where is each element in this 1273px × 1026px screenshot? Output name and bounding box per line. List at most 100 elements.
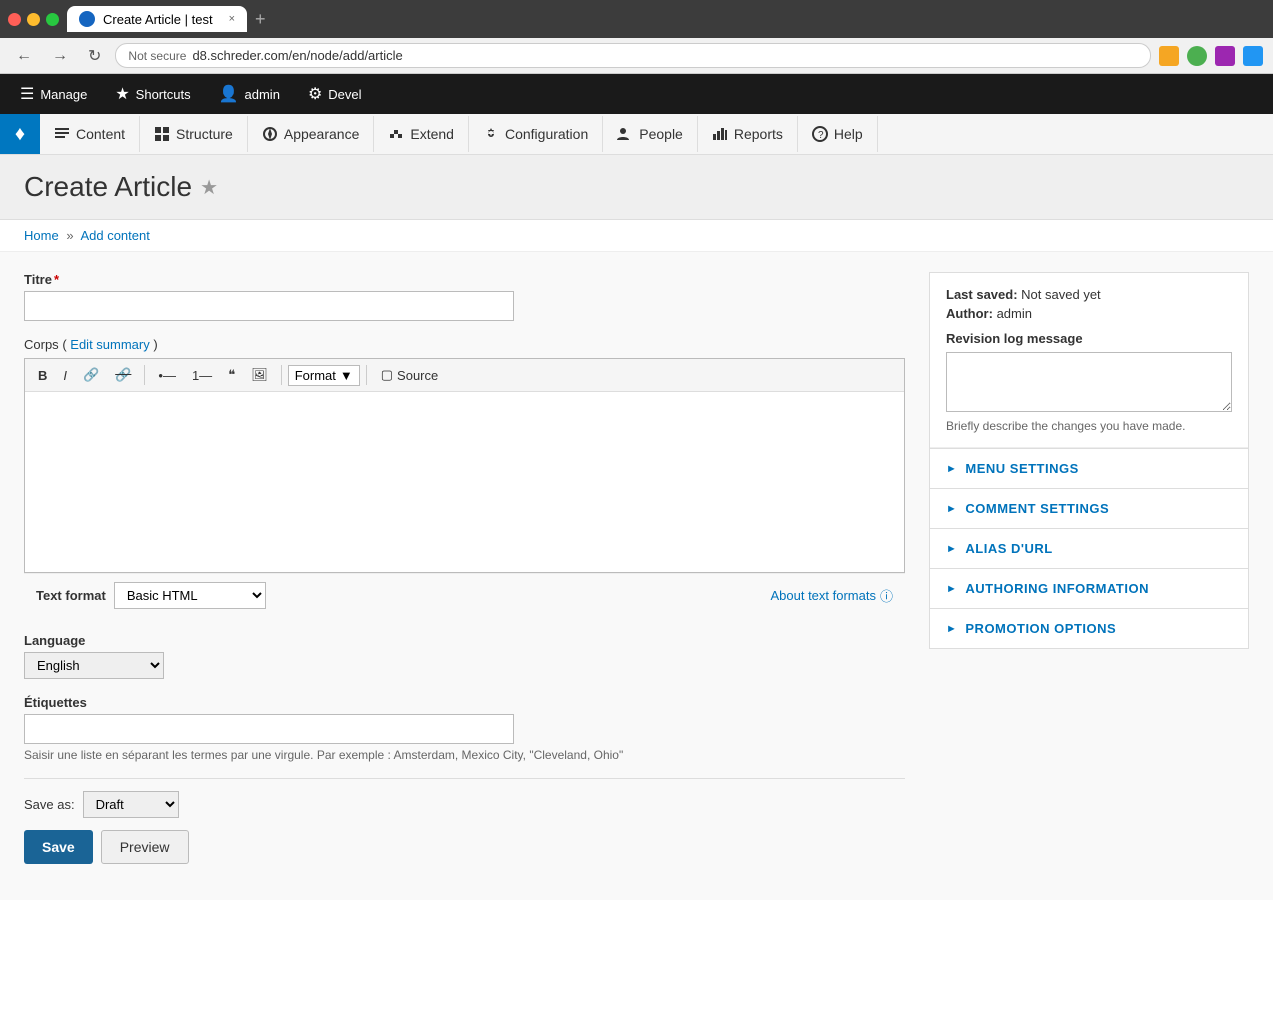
help-circle-icon: ⓘ — [880, 586, 893, 605]
alias-url-header[interactable]: ► ALIAS D'URL — [930, 529, 1248, 568]
address-input[interactable]: Not secure d8.schreder.com/en/node/add/a… — [115, 43, 1151, 68]
forward-button[interactable]: → — [46, 45, 74, 67]
revision-log-group: Revision log message Briefly describe th… — [946, 331, 1232, 433]
wysiwyg-editor-body[interactable] — [25, 392, 904, 572]
save-button[interactable]: Save — [24, 830, 93, 864]
titre-required: * — [54, 272, 59, 287]
address-bar: ← → ↻ Not secure d8.schreder.com/en/node… — [0, 38, 1273, 74]
source-icon: ▢ — [381, 367, 393, 383]
edit-summary-link[interactable]: Edit summary — [70, 337, 149, 352]
hamburger-icon: ☰ — [20, 84, 34, 104]
settings-icon — [1215, 46, 1235, 66]
menu-settings-header[interactable]: ► MENU SETTINGS — [930, 449, 1248, 488]
nav-structure[interactable]: Structure — [140, 116, 248, 152]
structure-nav-label: Structure — [176, 126, 233, 142]
main-form: Titre* Corps ( Edit summary ) B I 🔗 — [24, 272, 905, 880]
etiquettes-input[interactable] — [24, 714, 514, 744]
tab-title: Create Article | test — [103, 12, 213, 27]
comment-settings-header[interactable]: ► COMMENT SETTINGS — [930, 489, 1248, 528]
revision-hint: Briefly describe the changes you have ma… — [946, 419, 1232, 433]
svg-text:?: ? — [818, 130, 824, 141]
manage-menu-item[interactable]: ☰ Manage — [8, 76, 99, 112]
help-nav-icon: ? — [812, 126, 828, 142]
unlink-icon: 🔗 — [115, 367, 131, 382]
ordered-list-button[interactable]: 1— — [185, 364, 219, 387]
format-dropdown-arrow: ▼ — [340, 368, 353, 383]
language-select[interactable]: English French German — [24, 652, 164, 679]
alias-url-section: ► ALIAS D'URL — [930, 528, 1248, 568]
bold-button[interactable]: B — [31, 364, 54, 387]
nav-configuration[interactable]: Configuration — [469, 116, 603, 152]
preview-button[interactable]: Preview — [101, 830, 189, 864]
text-format-row: Text format Basic HTML Restricted HTML F… — [24, 573, 905, 617]
corps-label: Corps ( Edit summary ) — [24, 337, 905, 352]
admin-user-menu-item[interactable]: 👤 admin — [207, 76, 292, 112]
authoring-header[interactable]: ► AUTHORING INFORMATION — [930, 569, 1248, 608]
link-button[interactable]: 🔗 — [76, 363, 106, 387]
language-group: Language English French German — [24, 633, 905, 679]
author-label: Author: — [946, 306, 993, 321]
people-nav-label: People — [639, 126, 683, 142]
format-dropdown[interactable]: Format ▼ — [288, 365, 360, 386]
last-saved-value: Not saved yet — [1021, 287, 1101, 302]
new-tab-button[interactable]: + — [255, 9, 266, 30]
authoring-label: AUTHORING INFORMATION — [965, 581, 1149, 596]
browser-chrome: Create Article | test × + — [0, 0, 1273, 38]
shortcuts-menu-item[interactable]: ★ Shortcuts — [103, 76, 202, 112]
browser-maximize-btn[interactable] — [46, 13, 59, 26]
last-saved-row: Last saved: Not saved yet — [946, 287, 1232, 302]
appearance-nav-label: Appearance — [284, 126, 360, 142]
unlink-button[interactable]: 🔗 — [108, 363, 138, 387]
back-button[interactable]: ← — [10, 45, 38, 67]
drupal-logo[interactable]: ♦ — [0, 114, 40, 154]
author-row: Author: admin — [946, 306, 1232, 321]
browser-tab[interactable]: Create Article | test × — [67, 6, 247, 32]
toolbar-separator-2 — [281, 365, 282, 385]
blockquote-button[interactable]: ❝ — [221, 363, 242, 387]
browser-close-btn[interactable] — [8, 13, 21, 26]
nav-help[interactable]: ? Help — [798, 116, 878, 152]
star-toolbar-icon: ★ — [115, 84, 129, 104]
page-title: Create Article ★ — [24, 171, 1249, 203]
configuration-nav-label: Configuration — [505, 126, 588, 142]
browser-action-icons — [1159, 46, 1263, 66]
breadcrumb-add-content-link[interactable]: Add content — [80, 228, 149, 243]
nav-reports[interactable]: Reports — [698, 116, 798, 152]
tab-favicon — [79, 11, 95, 27]
tab-close-icon[interactable]: × — [229, 13, 235, 25]
page-header: Create Article ★ — [0, 155, 1273, 220]
devel-label: Devel — [328, 87, 361, 102]
browser-minimize-btn[interactable] — [27, 13, 40, 26]
italic-button[interactable]: I — [56, 364, 74, 387]
titre-input[interactable] — [24, 291, 514, 321]
titre-label: Titre* — [24, 272, 905, 287]
reload-button[interactable]: ↻ — [82, 44, 107, 68]
about-text-formats-link[interactable]: About text formats ⓘ — [770, 586, 893, 605]
favorite-star-icon[interactable]: ★ — [200, 175, 218, 200]
promotion-header[interactable]: ► PROMOTION OPTIONS — [930, 609, 1248, 648]
nav-extend[interactable]: Extend — [374, 116, 469, 152]
reports-nav-label: Reports — [734, 126, 783, 142]
ol-icon: 1— — [192, 368, 212, 383]
source-button[interactable]: ▢ Source — [373, 364, 447, 386]
nav-content[interactable]: Content — [40, 116, 140, 152]
nav-appearance[interactable]: Appearance — [248, 116, 375, 152]
text-format-select[interactable]: Basic HTML Restricted HTML Full HTML — [114, 582, 266, 609]
admin-toolbar: ☰ Manage ★ Shortcuts 👤 admin ⚙ Devel — [0, 74, 1273, 114]
nav-people[interactable]: People — [603, 116, 698, 152]
authoring-arrow: ► — [946, 583, 957, 595]
format-dropdown-label: Format — [295, 368, 336, 383]
image-button[interactable]: 🖼 — [244, 363, 275, 387]
unordered-list-button[interactable]: •— — [151, 364, 183, 387]
corps-group: Corps ( Edit summary ) B I 🔗 🔗 — [24, 337, 905, 617]
breadcrumb-home-link[interactable]: Home — [24, 228, 59, 243]
link-icon: 🔗 — [83, 367, 99, 382]
breadcrumb: Home » Add content — [0, 220, 1273, 252]
etiquettes-input-wrap — [24, 714, 905, 744]
not-secure-label: Not secure — [128, 49, 186, 63]
admin-label: admin — [245, 87, 280, 102]
ul-icon: •— — [158, 368, 176, 383]
revision-log-textarea[interactable] — [946, 352, 1232, 412]
devel-menu-item[interactable]: ⚙ Devel — [296, 76, 374, 112]
save-as-select[interactable]: Draft Published — [83, 791, 179, 818]
